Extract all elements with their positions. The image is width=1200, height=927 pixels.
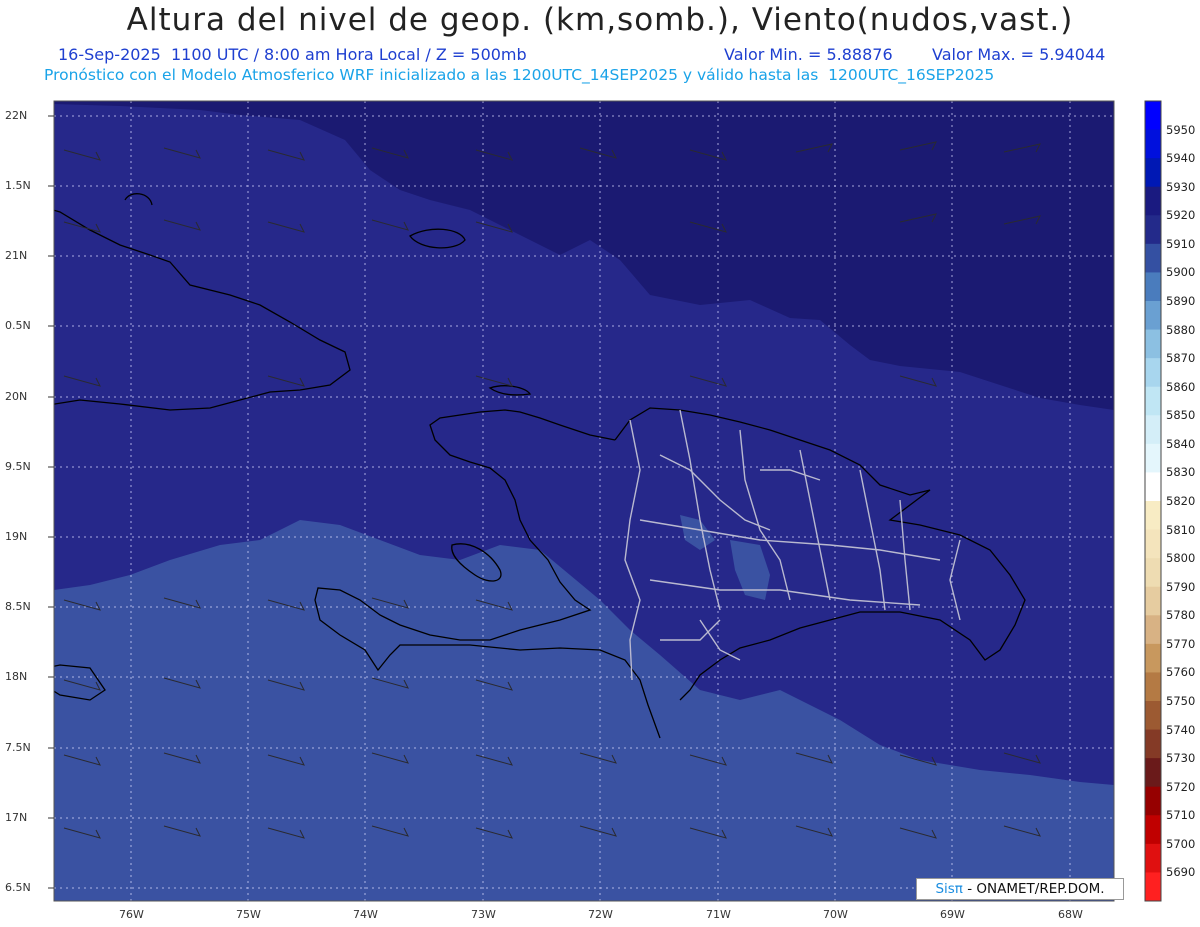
colorbar-swatch [1145, 329, 1161, 359]
colorbar-swatch [1145, 129, 1161, 159]
y-label: 0.5N [5, 319, 31, 332]
colorbar-swatch [1145, 843, 1161, 873]
colorbar-swatch [1145, 386, 1161, 416]
colorbar [1145, 101, 1161, 902]
y-label: 20N [5, 390, 28, 403]
colorbar-swatch [1145, 786, 1161, 816]
x-label: 73W [471, 908, 496, 921]
y-label: 18N [5, 670, 28, 683]
colorbar-label: 5740 [1166, 722, 1196, 737]
y-label: 19N [5, 530, 28, 543]
colorbar-label: 5950 [1166, 122, 1196, 137]
forecast-map [48, 100, 1162, 902]
colorbar-swatch [1145, 158, 1161, 188]
colorbar-label: 5890 [1166, 294, 1196, 308]
colorbar-label: 5690 [1166, 865, 1196, 880]
colorbar-label: 5850 [1166, 408, 1196, 423]
x-label: 72W [588, 908, 613, 921]
y-label: 17N [5, 811, 28, 824]
colorbar-swatch [1145, 443, 1161, 473]
y-label: 21N [5, 249, 28, 262]
colorbar-label: 5720 [1166, 779, 1196, 794]
credit-box: Sisπ - ONAMET/REP.DOM. [916, 878, 1124, 900]
colorbar-swatch [1145, 301, 1161, 331]
colorbar-label: 5830 [1166, 465, 1196, 480]
colorbar-label: 5800 [1166, 551, 1196, 566]
colorbar-label: 5840 [1166, 436, 1196, 451]
y-label: 6.5N [5, 881, 31, 894]
colorbar-swatch [1145, 701, 1161, 731]
colorbar-label: 5930 [1166, 179, 1196, 194]
colorbar-label: 5920 [1166, 208, 1196, 223]
colorbar-label: 5710 [1166, 808, 1196, 823]
colorbar-swatch [1145, 215, 1161, 245]
colorbar-swatch [1145, 643, 1161, 673]
y-label: 1.5N [5, 179, 31, 192]
colorbar-label: 5790 [1166, 579, 1196, 594]
colorbar-label: 5860 [1166, 379, 1196, 394]
credit-text: - ONAMET/REP.DOM. [962, 881, 1105, 897]
colorbar-label: 5730 [1166, 751, 1196, 766]
colorbar-swatch [1145, 186, 1161, 216]
colorbar-swatch [1145, 758, 1161, 788]
colorbar-swatch [1145, 272, 1161, 302]
colorbar-swatch [1145, 501, 1161, 531]
colorbar-swatch [1145, 672, 1161, 702]
colorbar-swatch [1145, 101, 1161, 131]
colorbar-label: 5750 [1166, 694, 1196, 708]
colorbar-swatch [1145, 529, 1161, 559]
colorbar-label: 5820 [1166, 494, 1196, 508]
colorbar-label: 5810 [1166, 522, 1196, 537]
x-label: 69W [940, 908, 965, 921]
colorbar-swatch [1145, 586, 1161, 616]
x-label: 76W [119, 908, 144, 921]
colorbar-swatch [1145, 815, 1161, 845]
colorbar-label: 5870 [1166, 351, 1196, 366]
y-label: 22N [5, 109, 28, 122]
colorbar-label: 5700 [1166, 836, 1196, 851]
x-label: 70W [823, 908, 848, 921]
colorbar-swatch [1145, 472, 1161, 502]
colorbar-swatch [1145, 358, 1161, 388]
colorbar-swatch [1145, 872, 1161, 902]
colorbar-label: 5880 [1166, 322, 1196, 337]
colorbar-label: 5910 [1166, 236, 1196, 251]
colorbar-swatch [1145, 558, 1161, 588]
x-label: 74W [353, 908, 378, 921]
colorbar-label: 5780 [1166, 608, 1196, 623]
x-label: 71W [706, 908, 731, 921]
colorbar-swatch [1145, 415, 1161, 445]
y-label: 8.5N [5, 600, 31, 613]
y-label: 9.5N [5, 460, 31, 473]
colorbar-label: 5760 [1166, 665, 1196, 680]
colorbar-swatch [1145, 243, 1161, 273]
colorbar-label: 5770 [1166, 636, 1196, 651]
colorbar-swatch [1145, 729, 1161, 759]
colorbar-swatch [1145, 615, 1161, 645]
y-label: 7.5N [5, 741, 31, 754]
credit-brand: Sisπ [935, 881, 963, 897]
colorbar-label: 5940 [1166, 151, 1196, 166]
x-label: 75W [236, 908, 261, 921]
colorbar-label: 5900 [1166, 265, 1196, 280]
x-label: 68W [1058, 908, 1083, 921]
